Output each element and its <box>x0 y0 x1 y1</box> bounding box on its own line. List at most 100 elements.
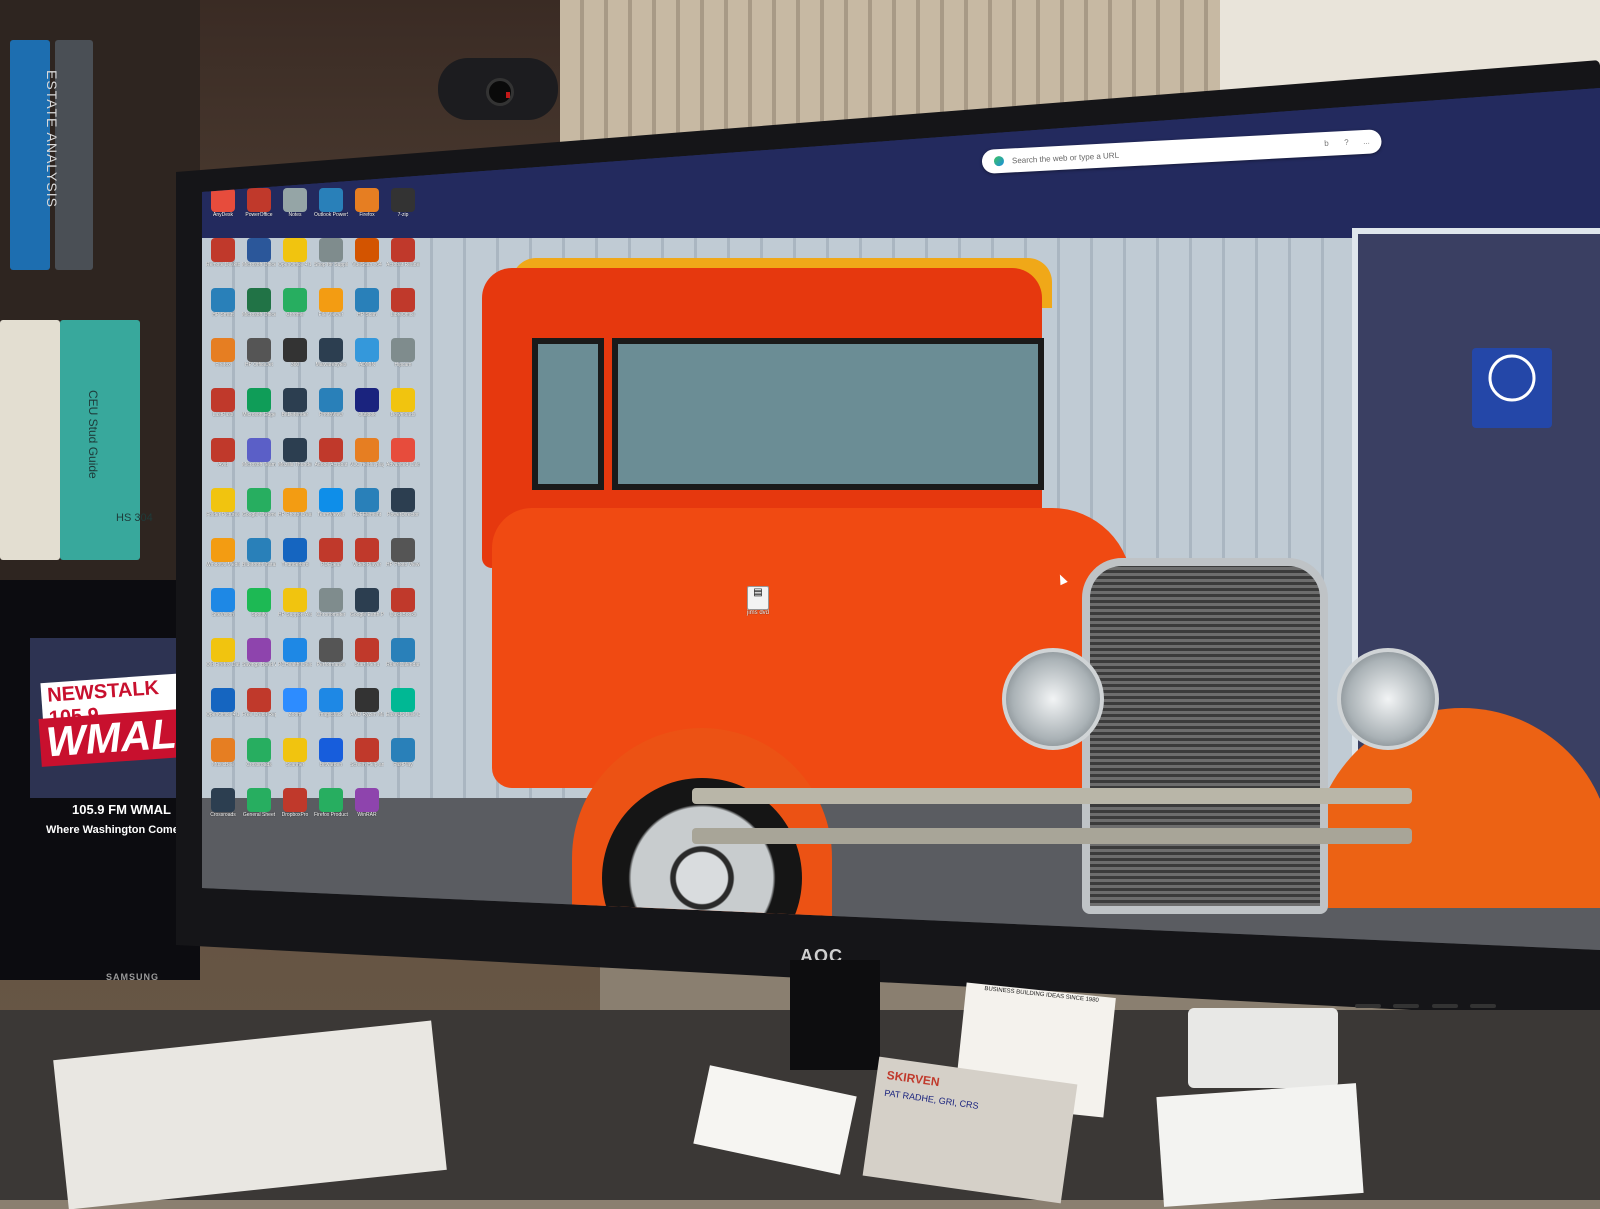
desktop-icon[interactable]: Microsoft Edge <box>242 388 276 418</box>
desktop-icon[interactable]: Microsoft Teams <box>242 438 276 468</box>
desktop-icon[interactable]: Zoom <box>278 688 312 718</box>
desktop-icon[interactable]: VLC media player <box>350 438 384 468</box>
desktop-screen[interactable]: Search the web or type a URL b ? ... Any… <box>202 88 1600 950</box>
desktop-icon[interactable]: Savings Bond Wizard <box>242 638 276 668</box>
desktop-icon[interactable]: Acrobat Reader <box>386 238 420 268</box>
desktop-icon[interactable]: HP Photo Creations <box>278 488 312 518</box>
desktop-icon[interactable]: PowerDirector <box>386 488 420 518</box>
binder-gray <box>55 40 93 270</box>
desktop-icon[interactable]: 360 <box>278 338 312 368</box>
radio-station-card[interactable]: NEWSTALK 105.9 WMAL <box>30 638 192 798</box>
desktop-icon[interactable]: SiteVision <box>206 588 240 618</box>
desktop-icon[interactable]: Folder Pictures <box>206 488 240 518</box>
monitor-button[interactable] <box>1393 1004 1420 1008</box>
desktop-icon[interactable]: Downloads <box>386 388 420 418</box>
desktop-icon[interactable]: EaseUS Disk Copy 4.0 <box>386 688 420 718</box>
desktop-icon[interactable]: LastPass <box>206 388 240 418</box>
more-options-button[interactable]: ... <box>1361 137 1372 148</box>
desktop-icon[interactable]: HP Smart <box>206 288 240 318</box>
desktop-icon[interactable]: Remote Desktop <box>206 238 240 268</box>
desktop-icon[interactable]: OpenOffice 4.1.14 <box>206 688 240 718</box>
desktop-icon[interactable]: Firefox <box>350 188 384 218</box>
desktop-icon-label: Bitwarden <box>319 762 343 768</box>
monitor-button[interactable] <box>1355 1004 1381 1008</box>
desktop-icon[interactable]: Notes <box>278 188 312 218</box>
desktop-icon[interactable]: Outlook <box>350 388 384 418</box>
desktop-icon[interactable]: ADMIN <box>350 338 384 368</box>
desktop-icon[interactable]: Scanner <box>278 738 312 768</box>
desktop-icon[interactable]: QuickBooks <box>386 588 420 618</box>
monitor-button[interactable] <box>1470 1004 1497 1008</box>
desktop-icon[interactable]: Performance <box>314 638 348 668</box>
desktop-icon[interactable]: Microsoft Office Exc... <box>242 288 276 318</box>
app-icon <box>283 438 307 462</box>
desktop-icon[interactable]: Microsoft Office Wo... <box>242 238 276 268</box>
desktop-icon[interactable]: Ruler Calendar <box>386 638 420 668</box>
desktop-icon[interactable]: FastPlay <box>386 738 420 768</box>
desktop-icon[interactable]: Thunderbird <box>278 538 312 568</box>
app-icon <box>247 188 271 212</box>
desktop-icon[interactable]: BitDefender <box>278 388 312 418</box>
app-icon <box>355 538 379 562</box>
desktop-icon[interactable]: Bluetooth Installer <box>242 538 276 568</box>
desktop-icon[interactable]: PCHealth Check <box>278 638 312 668</box>
desktop-icon[interactable]: 7-zip <box>386 188 420 218</box>
desktop-icon[interactable]: HP Scan <box>350 288 384 318</box>
desktop-icon[interactable]: File Viewer <box>314 288 348 318</box>
desktop-icon[interactable]: General Sheet <box>242 788 276 818</box>
desktop-icon[interactable]: Chrome <box>278 288 312 318</box>
secondary-monitor: NEWSTALK 105.9 WMAL 105.9 FM WMAL Where … <box>0 580 225 982</box>
desktop-icon[interactable]: MusicBee <box>206 738 240 768</box>
desktop-icon[interactable]: PhotoView <box>314 388 348 418</box>
desktop-icon[interactable]: AMD Ryzen Master <box>350 688 384 718</box>
app-icon <box>211 388 235 412</box>
desktop-icon[interactable]: Mozilla Thunderbird <box>278 438 312 468</box>
help-icon[interactable]: ? <box>1341 138 1352 149</box>
desktop-icon[interactable]: PowerOffice <box>242 188 276 218</box>
desktop-icon[interactable]: HP Photo Viewer <box>386 538 420 568</box>
desktop-icon[interactable]: TeamViewer <box>314 488 348 518</box>
desktop-icon[interactable]: Chronometer <box>314 588 348 618</box>
desktop-icon[interactable]: Avid <box>206 438 240 468</box>
desktop-icon[interactable]: Spotify <box>242 588 276 618</box>
desktop-icon[interactable]: DropboxPro <box>278 788 312 818</box>
desktop-icon[interactable]: Outlook PowerShell <box>314 188 348 218</box>
desktop-icon-label: VueScan x64 <box>352 262 382 268</box>
desktop-icon-label: 7-zip <box>397 212 409 218</box>
desktop-icon[interactable]: Old Firefox Data <box>206 638 240 668</box>
desktop-icon[interactable]: Crossroads <box>242 738 276 768</box>
desktop-icon[interactable]: HP Support Assistant <box>278 588 312 618</box>
monitor-button[interactable] <box>1431 1004 1458 1008</box>
desktop-icon[interactable]: Video Player <box>350 538 384 568</box>
desktop-icon[interactable]: Free Credit Report an... <box>242 688 276 718</box>
desktop-icon[interactable]: Windows Media <box>206 538 240 568</box>
desktop-icon[interactable]: Firefox Product K... <box>314 788 348 818</box>
desktop-icon[interactable]: Start Menu <box>350 638 384 668</box>
desktop-icon[interactable]: OpenOffice 4.1.14 (en... <box>278 238 312 268</box>
desktop-icon[interactable]: WinRAR <box>350 788 384 818</box>
app-icon <box>283 688 307 712</box>
desktop-icon[interactable]: Malwarebytes <box>314 338 348 368</box>
desktop-icon[interactable]: Adobe Acrobat <box>314 438 348 468</box>
desktop-icon[interactable]: Firefox <box>206 338 240 368</box>
desktop-icon[interactable]: Shop for Supplies -... <box>314 238 348 268</box>
desktop-icon[interactable]: HP OfficeJet <box>242 338 276 368</box>
desktop-icon[interactable]: Google Chrome <box>242 488 276 518</box>
desktop-icon[interactable]: magicJack <box>314 688 348 718</box>
desktop-icon[interactable]: LibreOffice <box>386 288 420 318</box>
desktop-icon[interactable]: PDFElement <box>350 488 384 518</box>
desktop-icon[interactable]: Advanced Calculator <box>386 438 420 468</box>
bing-icon[interactable]: b <box>1321 139 1332 150</box>
desktop-icon[interactable]: Screen Help and Support <box>350 738 384 768</box>
desktop-icon[interactable]: Google Earth Pro <box>350 588 384 618</box>
desktop-icon[interactable]: Hipcam <box>386 338 420 368</box>
desktop-icon[interactable]: Bitwarden <box>314 738 348 768</box>
desktop-icon[interactable]: Crossroads <box>206 788 240 818</box>
desktop-icon[interactable]: AnyDesk <box>206 188 240 218</box>
desktop-icon[interactable]: PDFgear <box>314 538 348 568</box>
monitor-buttons[interactable] <box>1355 995 1555 1008</box>
desktop-icon-label: Google Earth Pro <box>350 612 384 618</box>
app-icon <box>247 688 271 712</box>
desktop-icon[interactable]: VueScan x64 <box>350 238 384 268</box>
desktop-file-icon[interactable]: ▤ jims dvd <box>738 586 778 616</box>
